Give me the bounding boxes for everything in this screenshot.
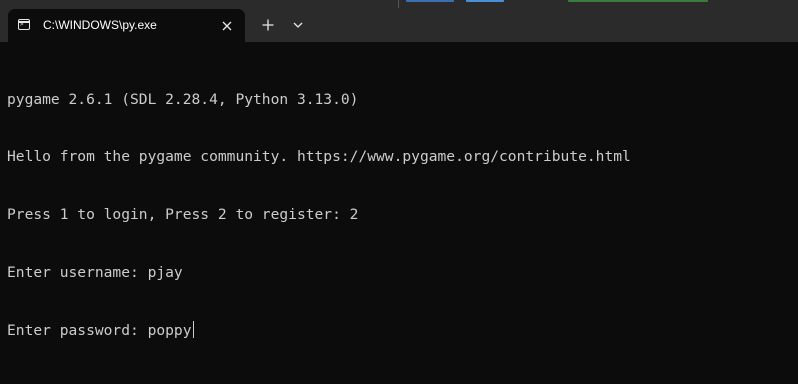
password-line-text: Enter password: poppy [7, 322, 192, 340]
terminal-window: > C:\WINDOWS\py.exe pygame 2.6.1 (SDL 2.… [0, 0, 798, 384]
text-cursor [192, 321, 195, 339]
tab-py-exe[interactable]: > C:\WINDOWS\py.exe [8, 9, 245, 42]
terminal-output-area[interactable]: pygame 2.6.1 (SDL 2.28.4, Python 3.13.0)… [0, 42, 798, 384]
tab-dropdown-button[interactable] [286, 13, 310, 37]
console-line: Hello from the pygame community. https:/… [7, 148, 631, 166]
console-line: pygame 2.6.1 (SDL 2.28.4, Python 3.13.0) [7, 90, 359, 108]
plus-icon [262, 19, 274, 31]
chevron-down-icon [293, 22, 303, 28]
console-line-input[interactable]: Enter password: poppy [7, 321, 631, 340]
console-line: Enter username: pjay [7, 264, 183, 282]
close-tab-button[interactable] [216, 15, 238, 37]
terminal-icon: > [18, 19, 30, 30]
title-bar: > C:\WINDOWS\py.exe [0, 0, 798, 42]
new-tab-button[interactable] [256, 13, 280, 37]
console-text: pygame 2.6.1 (SDL 2.28.4, Python 3.13.0)… [7, 51, 631, 379]
background-window-peek [398, 0, 728, 8]
console-line: Press 1 to login, Press 2 to register: 2 [7, 206, 359, 224]
close-icon [222, 21, 232, 31]
tab-title: C:\WINDOWS\py.exe [43, 18, 157, 32]
